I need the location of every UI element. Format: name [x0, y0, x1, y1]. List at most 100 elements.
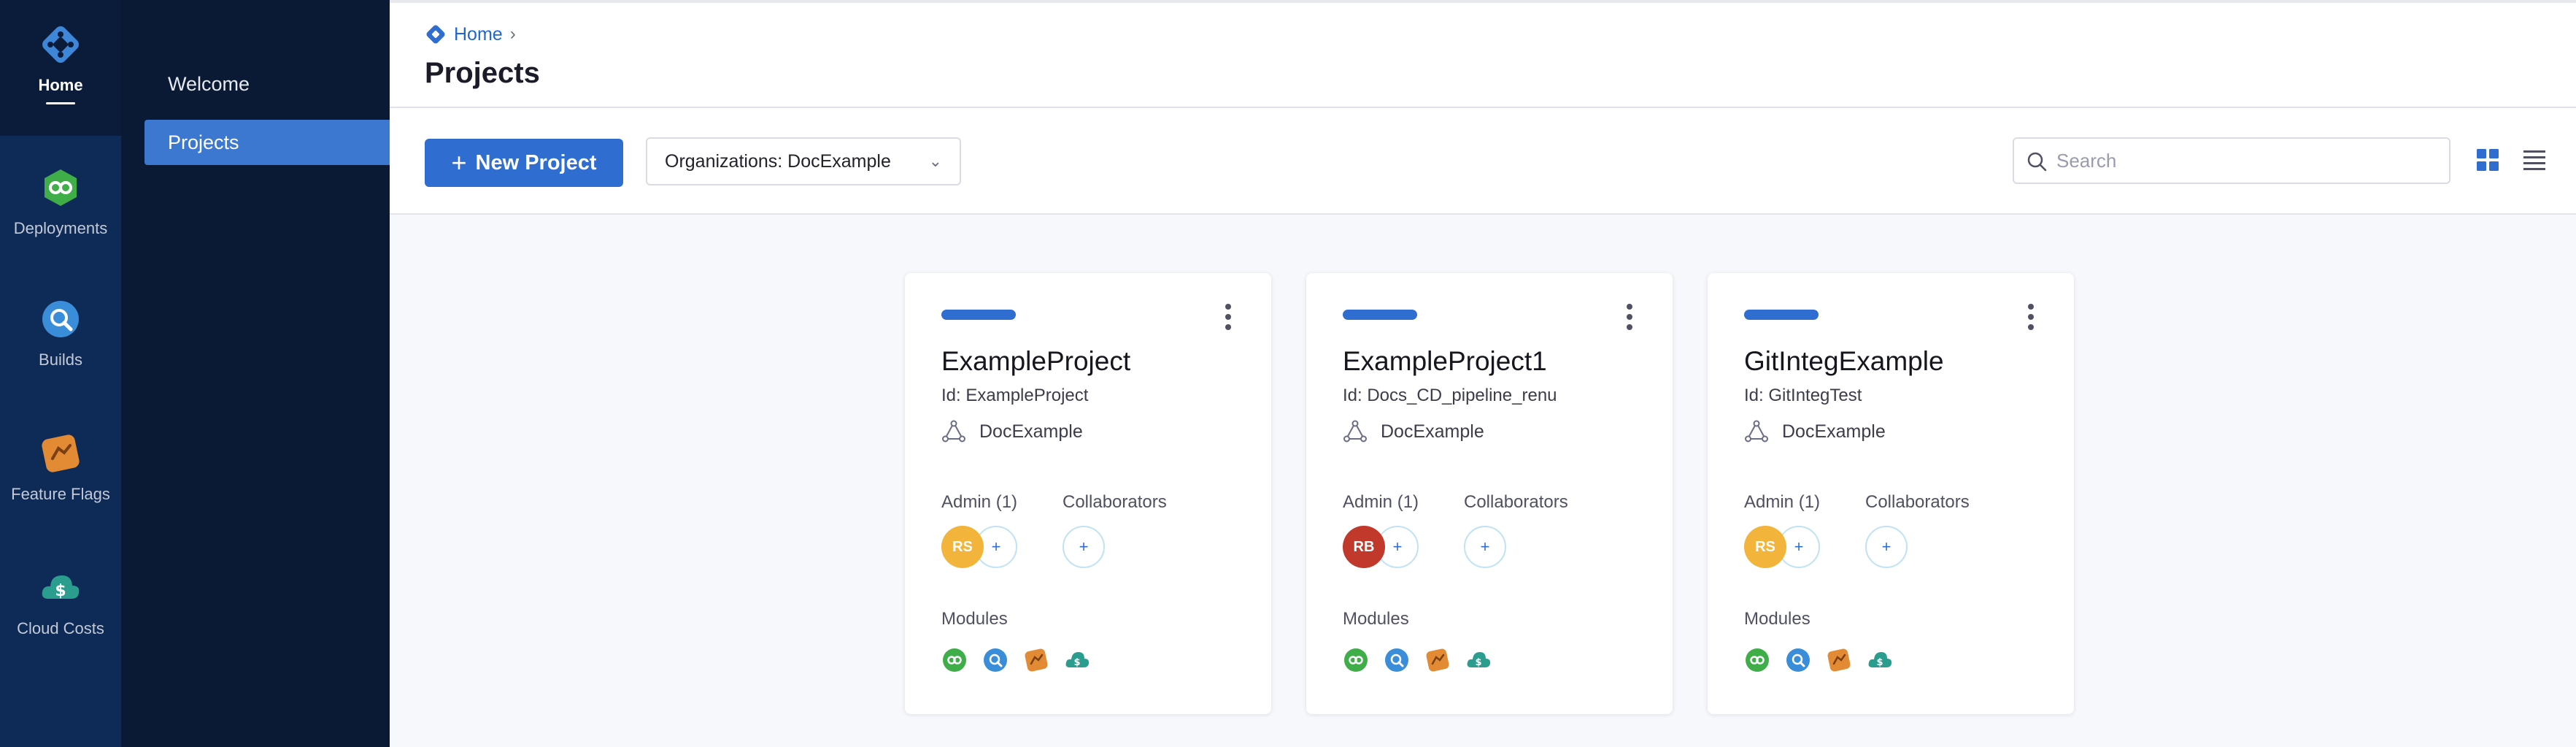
plus-icon: + — [1794, 537, 1804, 556]
builds-icon — [984, 648, 1007, 672]
new-project-button[interactable]: + New Project — [425, 139, 623, 187]
more-options-icon[interactable] — [1223, 302, 1233, 332]
rail-item-label: Deployments — [13, 219, 108, 237]
home-logo-icon — [426, 25, 445, 44]
plus-icon: + — [451, 148, 467, 177]
avatar[interactable]: RS — [1744, 526, 1786, 568]
organization-select-value: Organizations: DocExample — [665, 151, 891, 172]
plus-icon: + — [1079, 537, 1089, 556]
collaborators-label: Collaborators — [1063, 492, 1167, 512]
subnav-item-projects[interactable]: Projects — [144, 120, 390, 165]
builds-icon — [1385, 648, 1408, 672]
avatar[interactable]: RS — [941, 526, 984, 568]
grid-view-icon[interactable] — [2475, 148, 2500, 172]
avatar[interactable]: RB — [1343, 526, 1385, 568]
search-icon — [2027, 152, 2047, 172]
modules-label: Modules — [941, 609, 1008, 629]
project-organization: DocExample — [1744, 419, 1886, 444]
admin-label: Admin (1) — [941, 492, 1018, 512]
project-card[interactable]: ExampleProject Id: ExampleProject DocExa… — [905, 273, 1271, 714]
plus-icon: + — [1881, 537, 1891, 556]
secondary-nav: Welcome Projects — [121, 0, 390, 747]
project-card[interactable]: ExampleProject1 Id: Docs_CD_pipeline_ren… — [1306, 273, 1673, 714]
collaborators-label: Collaborators — [1865, 492, 1970, 512]
breadcrumb: Home › — [425, 23, 516, 45]
project-id: Id: ExampleProject — [941, 386, 1089, 405]
page-header: Home › Projects — [390, 0, 2576, 108]
project-organization: DocExample — [1343, 419, 1484, 444]
organization-icon — [1343, 420, 1367, 443]
cloud-costs-icon: $ — [1868, 652, 1892, 668]
admin-label: Admin (1) — [1744, 492, 1821, 512]
harness-logo-icon — [38, 22, 83, 67]
page-title: Projects — [425, 57, 540, 89]
search-box — [2013, 137, 2450, 184]
deployments-icon — [943, 648, 966, 672]
rail-item-label: Cloud Costs — [17, 619, 104, 637]
svg-text:$: $ — [1876, 657, 1883, 668]
list-view-icon[interactable] — [2522, 148, 2547, 172]
deployments-icon — [1746, 648, 1769, 672]
project-id: Id: Docs_CD_pipeline_renu — [1343, 386, 1557, 405]
project-organization: DocExample — [941, 419, 1083, 444]
more-options-icon[interactable] — [1624, 302, 1635, 332]
svg-text:$: $ — [55, 582, 66, 600]
feature-flags-icon — [1025, 648, 1048, 672]
modules-label: Modules — [1343, 609, 1409, 629]
deployments-icon — [1344, 648, 1368, 672]
plus-icon: + — [1480, 537, 1490, 556]
svg-text:$: $ — [1475, 657, 1481, 668]
project-color-bar — [1343, 310, 1417, 320]
rail-item-label: Feature Flags — [11, 485, 110, 503]
rail-item-feature-flags[interactable]: Feature Flags — [0, 405, 121, 539]
cloud-costs-icon: $ — [38, 565, 83, 610]
project-name[interactable]: ExampleProject — [941, 346, 1130, 377]
project-id: Id: GitIntegTest — [1744, 386, 1862, 405]
organization-select[interactable]: Organizations: DocExample ⌄ — [646, 137, 961, 185]
modules-label: Modules — [1744, 609, 1810, 629]
project-color-bar — [941, 310, 1016, 320]
add-collaborator-button[interactable]: + — [1063, 526, 1105, 568]
svg-text:$: $ — [1073, 657, 1080, 668]
project-name[interactable]: ExampleProject1 — [1343, 346, 1547, 377]
project-card[interactable]: GitIntegExample Id: GitIntegTest DocExam… — [1708, 273, 2074, 714]
plus-icon: + — [1392, 537, 1403, 556]
feature-flags-icon — [1426, 648, 1449, 672]
feature-flags-icon — [38, 431, 83, 476]
subnav-item-welcome[interactable]: Welcome — [144, 61, 390, 107]
add-collaborator-button[interactable]: + — [1464, 526, 1506, 568]
projects-toolbar: + New Project Organizations: DocExample … — [390, 108, 2576, 215]
organization-name: DocExample — [1782, 421, 1886, 442]
rail-item-builds[interactable]: Builds — [0, 270, 121, 405]
module-icons: $ — [1343, 647, 1492, 673]
organization-icon — [942, 420, 965, 443]
collaborators-label: Collaborators — [1464, 492, 1568, 512]
project-name[interactable]: GitIntegExample — [1744, 346, 1944, 377]
module-icons: $ — [1744, 647, 1893, 673]
module-rail: Home Deployments Builds Feature Flags $ … — [0, 0, 121, 747]
rail-item-label: Home — [38, 76, 83, 94]
deployments-icon — [38, 165, 83, 210]
feature-flags-icon — [1827, 648, 1851, 672]
organization-name: DocExample — [979, 421, 1083, 442]
admin-label: Admin (1) — [1343, 492, 1419, 512]
search-input[interactable] — [2056, 142, 2436, 180]
more-options-icon[interactable] — [2026, 302, 2036, 332]
chevron-down-icon: ⌄ — [928, 152, 942, 170]
cloud-costs-icon: $ — [1065, 652, 1090, 668]
plus-icon: + — [991, 537, 1001, 556]
add-collaborator-button[interactable]: + — [1865, 526, 1908, 568]
organization-name: DocExample — [1381, 421, 1484, 442]
breadcrumb-home-link[interactable]: Home — [454, 24, 503, 45]
rail-item-deployments[interactable]: Deployments — [0, 136, 121, 270]
cloud-costs-icon: $ — [1467, 652, 1491, 668]
builds-icon — [1786, 648, 1810, 672]
module-icons: $ — [941, 647, 1090, 673]
rail-item-cloud-costs[interactable]: $ Cloud Costs — [0, 539, 121, 747]
rail-item-label: Builds — [39, 350, 82, 369]
builds-icon — [38, 296, 83, 342]
rail-item-home[interactable]: Home — [0, 0, 121, 134]
chevron-right-icon: › — [509, 24, 516, 44]
new-project-label: New Project — [475, 150, 597, 175]
active-indicator — [46, 102, 75, 104]
